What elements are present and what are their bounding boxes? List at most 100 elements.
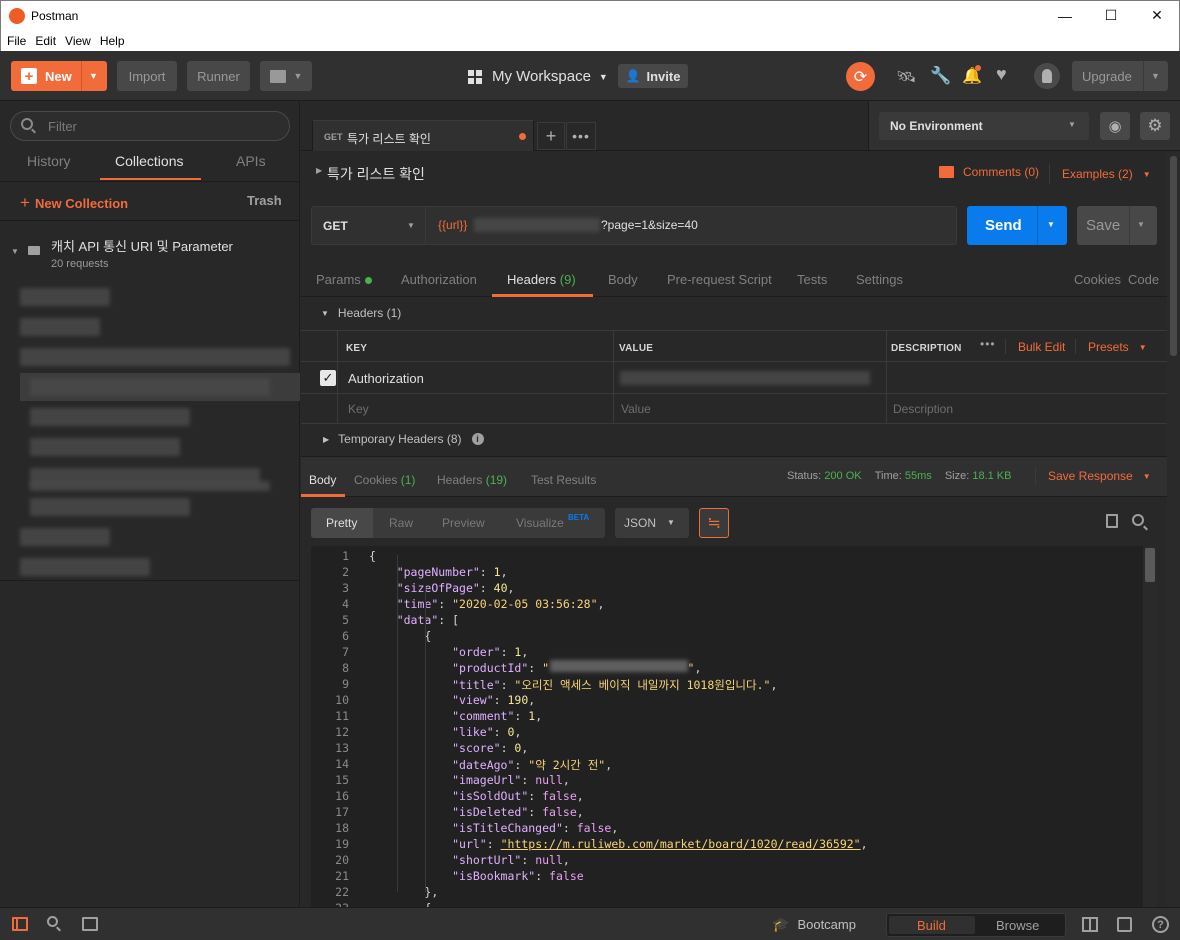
method-select[interactable]: GET ▼ (312, 207, 426, 244)
help-icon[interactable]: ? (1152, 916, 1169, 933)
tab-collections[interactable]: Collections (115, 153, 183, 169)
header-key-cell[interactable]: Authorization (348, 371, 424, 386)
collection-item[interactable]: ▼ 캐치 API 통신 URI 및 Parameter 20 requests (0, 222, 300, 276)
tab-test-results[interactable]: Test Results (531, 473, 596, 487)
mode-toggle: Build Browse (886, 913, 1066, 937)
heart-icon[interactable]: ♥ (996, 64, 1007, 85)
tab-history[interactable]: History (27, 153, 71, 169)
avatar[interactable] (1034, 63, 1060, 89)
tab-authorization[interactable]: Authorization (401, 272, 477, 287)
tab-apis[interactable]: APIs (236, 153, 266, 169)
trash-button[interactable]: Trash (247, 193, 282, 208)
menu-help[interactable]: Help (94, 31, 128, 51)
wrap-lines-icon[interactable]: ≒ (699, 508, 729, 538)
temporary-headers-toggle[interactable]: ▶ Temporary Headers (8) i (323, 432, 484, 446)
import-button[interactable]: Import (117, 61, 177, 91)
save-button[interactable]: Save ▼ (1077, 206, 1157, 245)
tab-settings[interactable]: Settings (856, 272, 903, 287)
view-visualize[interactable]: Visualize (516, 516, 564, 530)
chevron-right-icon[interactable]: ▶ (316, 166, 322, 175)
environment-select[interactable]: No Environment ▼ (879, 112, 1089, 140)
tab-params[interactable]: Params (316, 272, 372, 287)
chevron-down-icon[interactable]: ▼ (1047, 220, 1055, 229)
format-select[interactable]: JSON ▼ (615, 508, 689, 538)
menu-view[interactable]: View (59, 31, 94, 51)
send-button[interactable]: Send ▼ (967, 206, 1067, 245)
comments-button[interactable]: Comments (0) (939, 165, 1039, 179)
tab-tests[interactable]: Tests (797, 272, 827, 287)
col-value: VALUE (619, 343, 654, 354)
temporary-headers-label: Temporary Headers (8) (338, 432, 462, 446)
bulk-edit-link[interactable]: Bulk Edit (1018, 340, 1065, 354)
find-icon[interactable] (47, 916, 58, 927)
close-window-button[interactable]: ✕ (1134, 1, 1180, 30)
unsaved-dot[interactable] (519, 133, 526, 140)
request-tab[interactable]: GET 특가 리스트 확인 (312, 120, 534, 151)
search-icon[interactable] (1132, 514, 1144, 526)
chevron-down-icon[interactable]: ▼ (89, 71, 98, 81)
cookies-link[interactable]: Cookies (1074, 272, 1121, 287)
add-tab-button[interactable]: + (537, 122, 565, 150)
redacted-header-value[interactable] (620, 371, 870, 385)
new-window-button[interactable]: ▼ (260, 61, 312, 91)
filter-input[interactable]: Filter (10, 111, 290, 141)
headers-section-toggle[interactable]: ▼ Headers (1) (321, 306, 401, 320)
main-scrollbar[interactable] (1167, 152, 1180, 907)
header-enabled-checkbox[interactable]: ✓ (320, 370, 336, 386)
new-collection-button[interactable]: + New Collection (20, 193, 128, 213)
runner-button[interactable]: Runner (187, 61, 250, 91)
more-options-icon[interactable]: ••• (980, 337, 996, 351)
minimize-button[interactable]: — (1042, 1, 1088, 30)
environment-bar: No Environment ▼ ◉ ⚙ (868, 101, 1180, 151)
satellite-icon[interactable]: 🛰 (896, 67, 916, 87)
presets-dropdown[interactable]: Presets ▼ (1088, 340, 1147, 354)
url-input[interactable]: {{url}} ?page=1&size=40 (426, 207, 956, 244)
maximize-button[interactable]: ☐ (1088, 1, 1134, 30)
tab-response-body[interactable]: Body (309, 473, 336, 487)
view-preview[interactable]: Preview (442, 516, 485, 530)
examples-button[interactable]: Examples (2) ▼ (1062, 167, 1151, 181)
new-button-label: New (45, 68, 72, 84)
upgrade-button[interactable]: Upgrade ▼ (1072, 61, 1168, 91)
bootcamp-button[interactable]: 🎓 Bootcamp (772, 916, 856, 933)
wrench-icon[interactable]: 🔧 (930, 66, 951, 86)
response-body-viewer[interactable]: 1 {2 "pageNumber": 1, 3 "sizeOfPage": 40, 4… (311, 546, 1157, 907)
code-line: { (424, 629, 432, 643)
info-icon[interactable]: i (471, 433, 484, 445)
tab-response-headers[interactable]: Headers (19) (437, 473, 507, 487)
new-value-input[interactable]: Value (621, 402, 651, 416)
save-response-dropdown[interactable]: Save Response ▼ (1048, 469, 1151, 483)
code-line: "imageUrl": null, (452, 773, 570, 787)
menu-file[interactable]: File (1, 31, 29, 51)
more-tabs-icon[interactable]: ••• (566, 122, 596, 150)
copy-icon[interactable] (1106, 514, 1118, 528)
build-mode-button[interactable]: Build (917, 918, 946, 933)
scrollbar-thumb[interactable] (1145, 548, 1155, 582)
invite-button[interactable]: 👤 Invite (618, 64, 688, 88)
code-link[interactable]: Code (1128, 272, 1159, 287)
eye-icon[interactable]: ◉ (1100, 112, 1130, 140)
new-description-input[interactable]: Description (893, 402, 953, 416)
tab-pre-request-script[interactable]: Pre-request Script (667, 272, 772, 287)
browse-mode-button[interactable]: Browse (996, 918, 1039, 933)
menu-edit[interactable]: Edit (29, 31, 59, 51)
tab-response-cookies[interactable]: Cookies (1) (354, 473, 415, 487)
tab-headers[interactable]: Headers (9) (507, 272, 576, 287)
workspace-switcher[interactable]: My Workspace ▼ (468, 68, 608, 85)
request-name[interactable]: 특가 리스트 확인 (327, 164, 425, 184)
scrollbar-track[interactable] (1143, 546, 1157, 907)
two-pane-view-icon[interactable] (1082, 917, 1098, 932)
keyboard-shortcuts-icon[interactable] (1117, 917, 1132, 932)
main-scrollbar-thumb[interactable] (1170, 156, 1177, 356)
toggle-sidebar-icon[interactable] (12, 917, 28, 931)
view-pretty[interactable]: Pretty (326, 516, 357, 530)
chevron-down-icon: ▼ (1151, 71, 1160, 81)
console-icon[interactable] (82, 917, 98, 931)
gear-icon[interactable]: ⚙ (1140, 112, 1170, 140)
code-line: "like": 0, (452, 725, 522, 739)
new-button[interactable]: + New ▼ (11, 61, 107, 91)
sync-icon[interactable]: ⟳ (846, 62, 875, 91)
tab-body[interactable]: Body (608, 272, 638, 287)
new-key-input[interactable]: Key (348, 402, 369, 416)
view-raw[interactable]: Raw (389, 516, 413, 530)
